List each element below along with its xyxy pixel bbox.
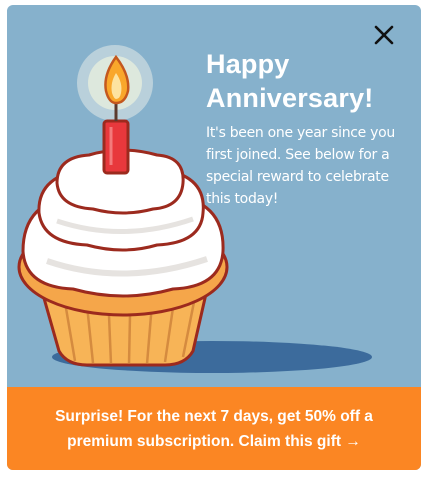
title-line-2: Anniversary! [206,83,374,113]
claim-gift-link[interactable]: Surprise! For the next 7 days, get 50% o… [34,404,394,454]
dialog-message: It's been one year since you first joine… [206,125,395,207]
close-button[interactable] [372,23,396,47]
claim-gift-banner[interactable]: Surprise! For the next 7 days, get 50% o… [7,387,421,470]
anniversary-dialog: Happy Anniversary! It's been one year si… [7,5,421,470]
title-line-1: Happy [206,49,290,79]
dialog-title: Happy Anniversary! [206,47,411,115]
close-icon [374,25,394,45]
